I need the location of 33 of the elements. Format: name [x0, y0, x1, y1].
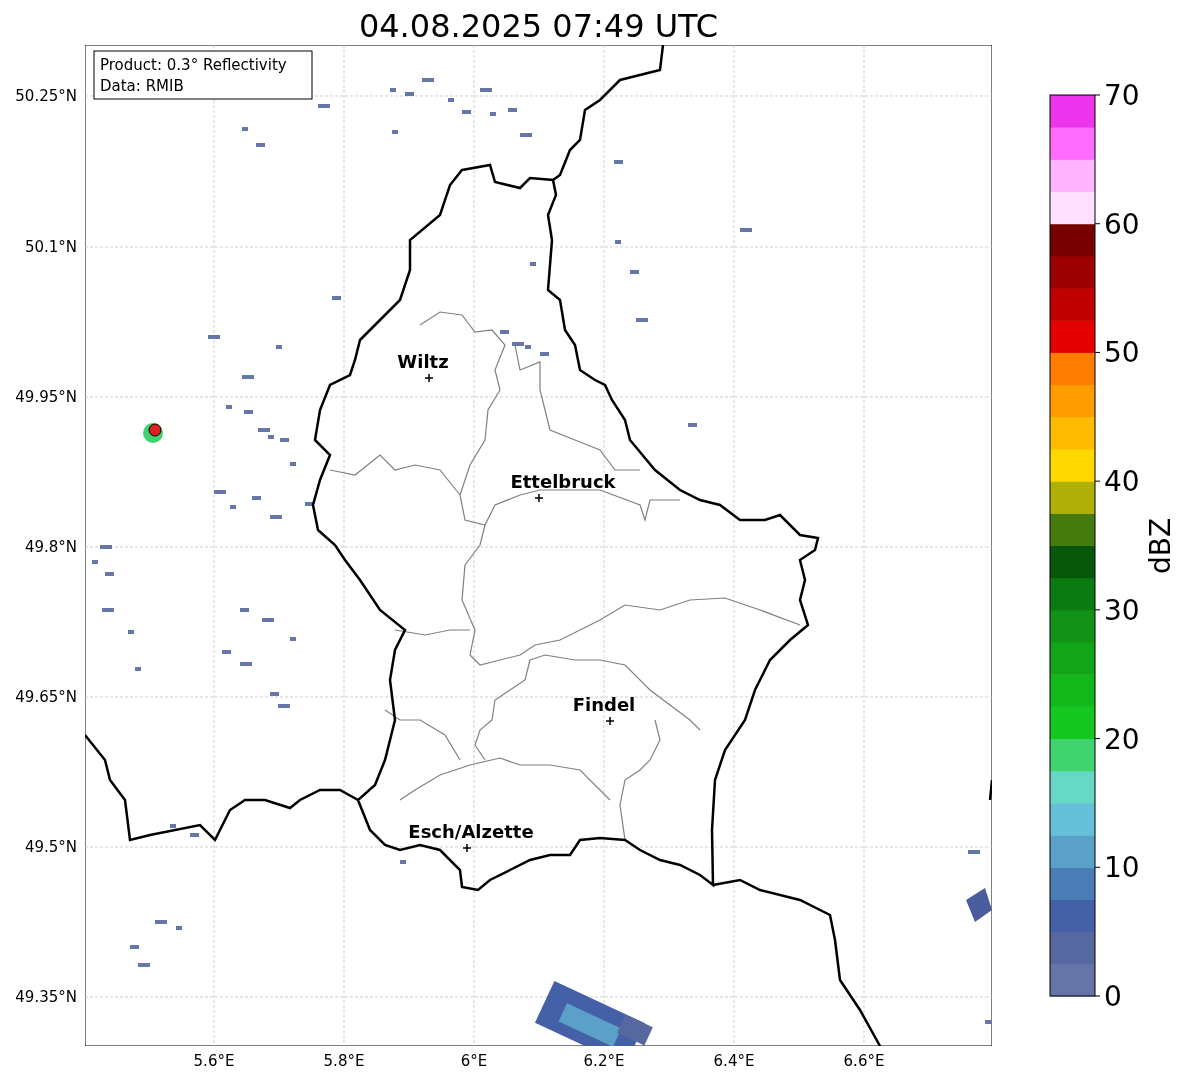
- place-label: Wiltz: [397, 351, 449, 372]
- city-marker-icon: [534, 493, 544, 503]
- scale-tick-label: 50: [1104, 336, 1140, 370]
- scale-tick-label: 70: [1104, 79, 1140, 112]
- info-text: Data: RMIB: [100, 77, 184, 95]
- latitude-label: 49.95°N: [15, 388, 77, 406]
- latitude-label: 49.8°N: [24, 538, 77, 556]
- scale-label: dBZ: [1144, 517, 1177, 575]
- longitude-label: 5.6°E: [193, 1052, 235, 1070]
- scale-tick-label: 10: [1104, 851, 1140, 885]
- longitude-label: 5.8°E: [323, 1052, 365, 1070]
- place-label: Esch/Alzette: [408, 821, 534, 842]
- info-text: Product: 0.3° Reflectivity: [100, 56, 287, 74]
- latitude-label: 50.25°N: [15, 87, 77, 105]
- place-label: Ettelbruck: [510, 471, 616, 492]
- city-marker-icon: [462, 843, 472, 853]
- longitude-label: 6.4°E: [713, 1052, 755, 1070]
- latitude-label: 49.5°N: [24, 838, 77, 856]
- city-marker-icon: [424, 373, 434, 383]
- city-marker-icon: [605, 716, 615, 726]
- longitude-label: 6.2°E: [583, 1052, 625, 1070]
- longitude-label: 6°E: [460, 1052, 488, 1070]
- scale-tick-label: 20: [1104, 722, 1140, 756]
- place-label: Findel: [572, 694, 636, 715]
- scale-tick-label: 40: [1104, 465, 1140, 499]
- scale-tick-label: 0: [1104, 980, 1122, 1013]
- latitude-label: 49.65°N: [15, 688, 77, 706]
- scale-tick-label: 60: [1104, 207, 1140, 241]
- latitude-label: 49.35°N: [15, 988, 77, 1006]
- latitude-label: 50.1°N: [24, 238, 77, 256]
- longitude-label: 6.6°E: [843, 1052, 885, 1070]
- scale-tick-label: 30: [1104, 593, 1140, 627]
- chart-title: 04.08.2025 07:49 UTC: [358, 7, 719, 45]
